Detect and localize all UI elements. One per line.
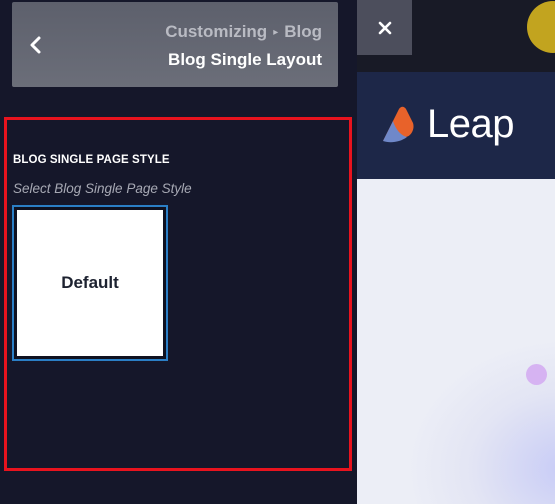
site-preview: Leap	[357, 0, 555, 504]
site-logo[interactable]: Leap	[375, 102, 514, 147]
breadcrumb-item-blog: Blog	[284, 22, 322, 41]
control-label: BLOG SINGLE PAGE STYLE	[13, 154, 170, 166]
chevron-left-icon	[30, 36, 41, 53]
close-button[interactable]	[357, 0, 412, 55]
style-option-default[interactable]: Default	[12, 205, 168, 361]
section-title: Blog Single Layout	[168, 50, 322, 69]
panel-header: Customizing ▸ Blog Blog Single Layout	[12, 2, 338, 87]
style-option-label: Default	[61, 273, 119, 292]
logo-text: Leap	[427, 102, 514, 146]
customizer-screen: Customizing ▸ Blog Blog Single Layout BLOG…	[0, 0, 555, 504]
close-icon	[378, 21, 391, 34]
decorative-dot	[526, 364, 547, 385]
back-button[interactable]	[12, 2, 60, 87]
control-description: Select Blog Single Page Style	[13, 181, 192, 196]
hero-section	[357, 179, 555, 504]
breadcrumb-separator: ▸	[273, 27, 279, 38]
customizer-panel: Customizing ▸ Blog Blog Single Layout BLOG…	[0, 0, 357, 504]
breadcrumb: Customizing ▸ Blog	[165, 22, 322, 42]
leap-logo-icon	[383, 106, 414, 142]
site-header: Leap	[357, 72, 555, 179]
breadcrumb-item-customizing: Customizing	[165, 22, 268, 41]
